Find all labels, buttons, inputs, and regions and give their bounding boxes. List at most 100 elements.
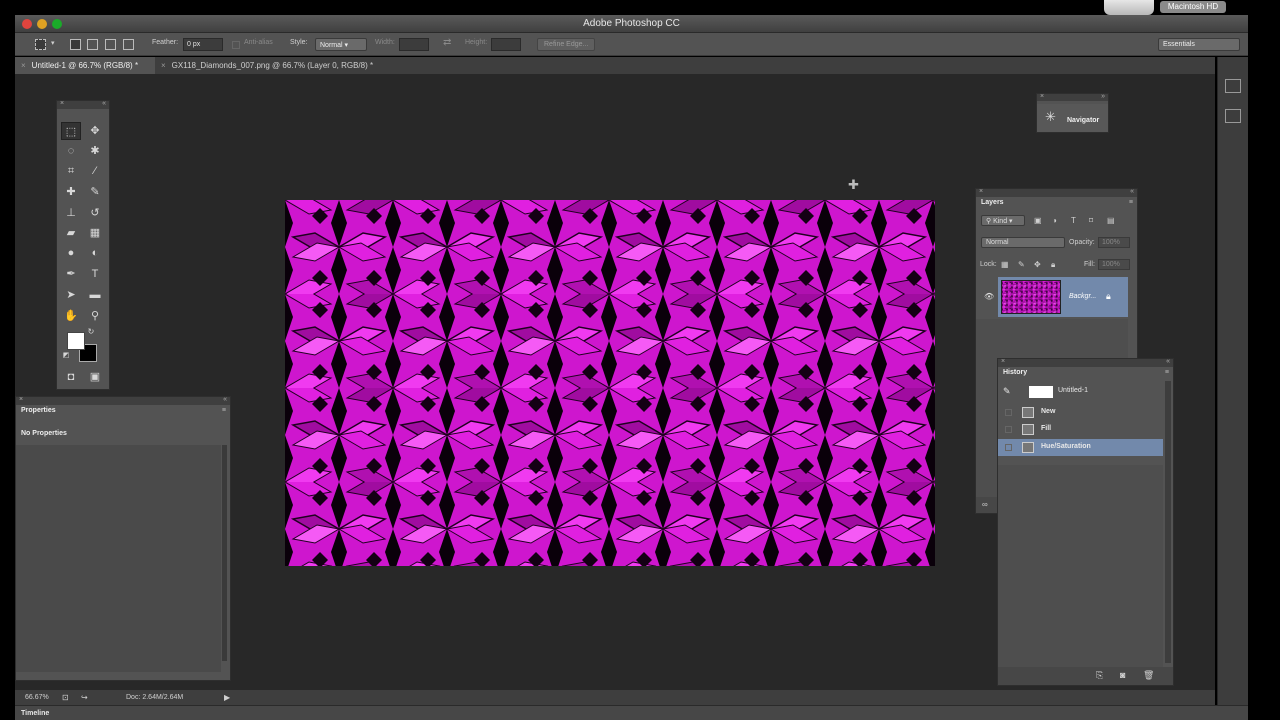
swap-colors-icon[interactable]: ↻ xyxy=(85,327,97,337)
chevron-down-icon[interactable]: ▾ xyxy=(51,39,55,47)
crop-tool[interactable]: ⌗ xyxy=(61,162,81,180)
close-icon[interactable]: × xyxy=(21,61,26,70)
layer-name[interactable]: Backgr... xyxy=(1069,293,1096,300)
close-icon[interactable]: × xyxy=(161,61,166,70)
brush-tool[interactable]: ✎ xyxy=(85,183,105,201)
image-panel-icon[interactable] xyxy=(1225,109,1241,123)
hard-drive-icon[interactable] xyxy=(1104,0,1154,15)
history-brush-tool[interactable]: ↺ xyxy=(85,204,105,222)
antialias-checkbox[interactable] xyxy=(232,41,240,49)
camera-icon[interactable]: ◙ xyxy=(1120,670,1125,680)
zoom-tool[interactable]: ⚲ xyxy=(85,307,105,325)
width-input[interactable] xyxy=(399,38,429,51)
marquee-preset-icon[interactable] xyxy=(35,39,46,50)
tab-gx118-diamonds[interactable]: × GX118_Diamonds_007.png @ 66.7% (Layer 0… xyxy=(155,57,395,74)
close-icon[interactable]: × xyxy=(19,396,23,403)
expand-icon[interactable]: » xyxy=(1101,93,1105,100)
rectangular-marquee-tool[interactable]: ⬚ xyxy=(61,122,81,140)
history-checkbox[interactable] xyxy=(1005,444,1012,451)
path-selection-tool[interactable]: ➤ xyxy=(61,286,81,304)
gradient-tool[interactable]: ▦ xyxy=(85,224,105,242)
share-icon[interactable]: ⊡ xyxy=(62,693,69,702)
rectangle-tool[interactable]: ▬ xyxy=(85,286,105,304)
collapse-icon[interactable]: « xyxy=(102,100,106,107)
histogram-icon[interactable] xyxy=(1225,79,1241,93)
subtract-selection-icon[interactable] xyxy=(105,39,116,50)
screen-mode-icon[interactable]: ▣ xyxy=(85,368,105,386)
history-scrollbar[interactable] xyxy=(1165,381,1171,663)
eye-icon[interactable]: 👁︎ xyxy=(984,292,994,301)
kind-filter-select[interactable]: ⚲ Kind ▾ xyxy=(981,215,1025,226)
blend-mode-select[interactable]: Normal xyxy=(981,237,1065,248)
move-tool[interactable]: ✥ xyxy=(85,122,105,140)
quick-mask-icon[interactable]: ◘ xyxy=(61,368,81,386)
close-icon[interactable]: × xyxy=(60,100,64,107)
lasso-tool[interactable]: ◌ xyxy=(61,142,81,160)
status-menu-arrow-icon[interactable]: ▶ xyxy=(224,693,230,702)
panel-menu-icon[interactable]: ≡ xyxy=(222,407,226,414)
intersect-selection-icon[interactable] xyxy=(123,39,134,50)
layer-row-background[interactable]: 👁︎ Backgr... 🔒︎ xyxy=(976,277,1128,317)
dodge-tool[interactable]: ◐ xyxy=(85,244,105,262)
tab-layers[interactable]: Layers xyxy=(976,197,1009,209)
foreground-color-swatch[interactable] xyxy=(67,332,85,350)
fill-input[interactable]: 100% xyxy=(1098,259,1130,270)
magic-wand-tool[interactable]: ✱ xyxy=(85,142,105,160)
filter-type-icon[interactable]: T xyxy=(1071,216,1076,225)
history-state-new[interactable]: New xyxy=(998,404,1163,421)
blur-tool[interactable]: ● xyxy=(61,244,81,262)
close-icon[interactable]: × xyxy=(1040,93,1044,100)
close-icon[interactable]: × xyxy=(979,188,983,195)
document-canvas[interactable] xyxy=(285,200,935,566)
lock-transparent-icon[interactable]: ▦ xyxy=(1001,260,1009,269)
new-selection-icon[interactable] xyxy=(70,39,81,50)
tab-history[interactable]: History xyxy=(998,367,1033,379)
lock-all-icon[interactable]: 🔒︎ xyxy=(1051,260,1055,270)
collapse-icon[interactable]: « xyxy=(1130,188,1134,195)
clone-stamp-tool[interactable]: ⊥ xyxy=(61,204,81,222)
hand-tool[interactable]: ✋ xyxy=(61,307,81,325)
eyedropper-tool[interactable]: ⁄ xyxy=(85,162,105,180)
add-selection-icon[interactable] xyxy=(87,39,98,50)
height-input[interactable] xyxy=(491,38,521,51)
zoom-level[interactable]: 66.67% xyxy=(25,694,49,701)
eraser-tool[interactable]: ▰ xyxy=(61,224,81,242)
filter-smart-icon[interactable]: ▤ xyxy=(1107,216,1115,225)
history-state-hue-saturation[interactable]: Hue/Saturation xyxy=(998,439,1163,456)
lock-pixels-icon[interactable]: ✎ xyxy=(1018,260,1025,269)
close-icon[interactable]: × xyxy=(1001,358,1005,365)
default-colors-icon[interactable]: ◩ xyxy=(61,351,71,361)
panel-menu-icon[interactable]: ≡ xyxy=(1129,199,1133,206)
link-layers-icon[interactable]: ∞ xyxy=(982,500,988,509)
collapse-icon[interactable]: « xyxy=(223,396,227,403)
lock-position-icon[interactable]: ✥ xyxy=(1034,260,1041,269)
history-checkbox[interactable] xyxy=(1005,409,1012,416)
tab-untitled-1[interactable]: × Untitled-1 @ 66.7% (RGB/8) * xyxy=(15,57,155,74)
healing-brush-tool[interactable]: ✚ xyxy=(61,183,81,201)
type-tool[interactable]: T xyxy=(85,265,105,283)
history-empty-area xyxy=(998,465,1163,667)
pen-tool[interactable]: ✒ xyxy=(61,265,81,283)
export-icon[interactable]: ↪ xyxy=(81,693,88,702)
history-brush-source-icon[interactable]: ✎ xyxy=(1003,386,1011,397)
drive-label[interactable]: Macintosh HD xyxy=(1160,1,1226,13)
history-snapshot[interactable]: ✎ Untitled-1 xyxy=(998,383,1163,401)
new-document-from-state-icon[interactable]: ⎘ xyxy=(1096,670,1103,681)
style-select[interactable]: Normal ▾ xyxy=(315,38,367,51)
history-state-fill[interactable]: Fill xyxy=(998,421,1163,438)
properties-scrollbar[interactable] xyxy=(222,445,227,661)
tab-properties[interactable]: Properties xyxy=(16,405,61,417)
filter-adjustment-icon[interactable]: ◑ xyxy=(1052,216,1057,225)
swap-icon[interactable]: ⇄ xyxy=(443,37,451,48)
filter-shape-icon[interactable]: ⌑ xyxy=(1089,216,1093,225)
refine-edge-button[interactable]: Refine Edge... xyxy=(537,38,596,51)
opacity-input[interactable]: 100% xyxy=(1098,237,1130,248)
feather-input[interactable]: 0 px xyxy=(183,38,223,51)
timeline-label[interactable]: Timeline xyxy=(21,710,49,717)
trash-icon[interactable]: 🗑︎ xyxy=(1143,670,1154,681)
workspace-select[interactable]: Essentials xyxy=(1158,38,1240,51)
panel-menu-icon[interactable]: ≡ xyxy=(1165,369,1169,376)
history-checkbox[interactable] xyxy=(1005,426,1012,433)
filter-pixel-icon[interactable]: ▣ xyxy=(1034,216,1042,225)
collapse-icon[interactable]: « xyxy=(1166,358,1170,365)
